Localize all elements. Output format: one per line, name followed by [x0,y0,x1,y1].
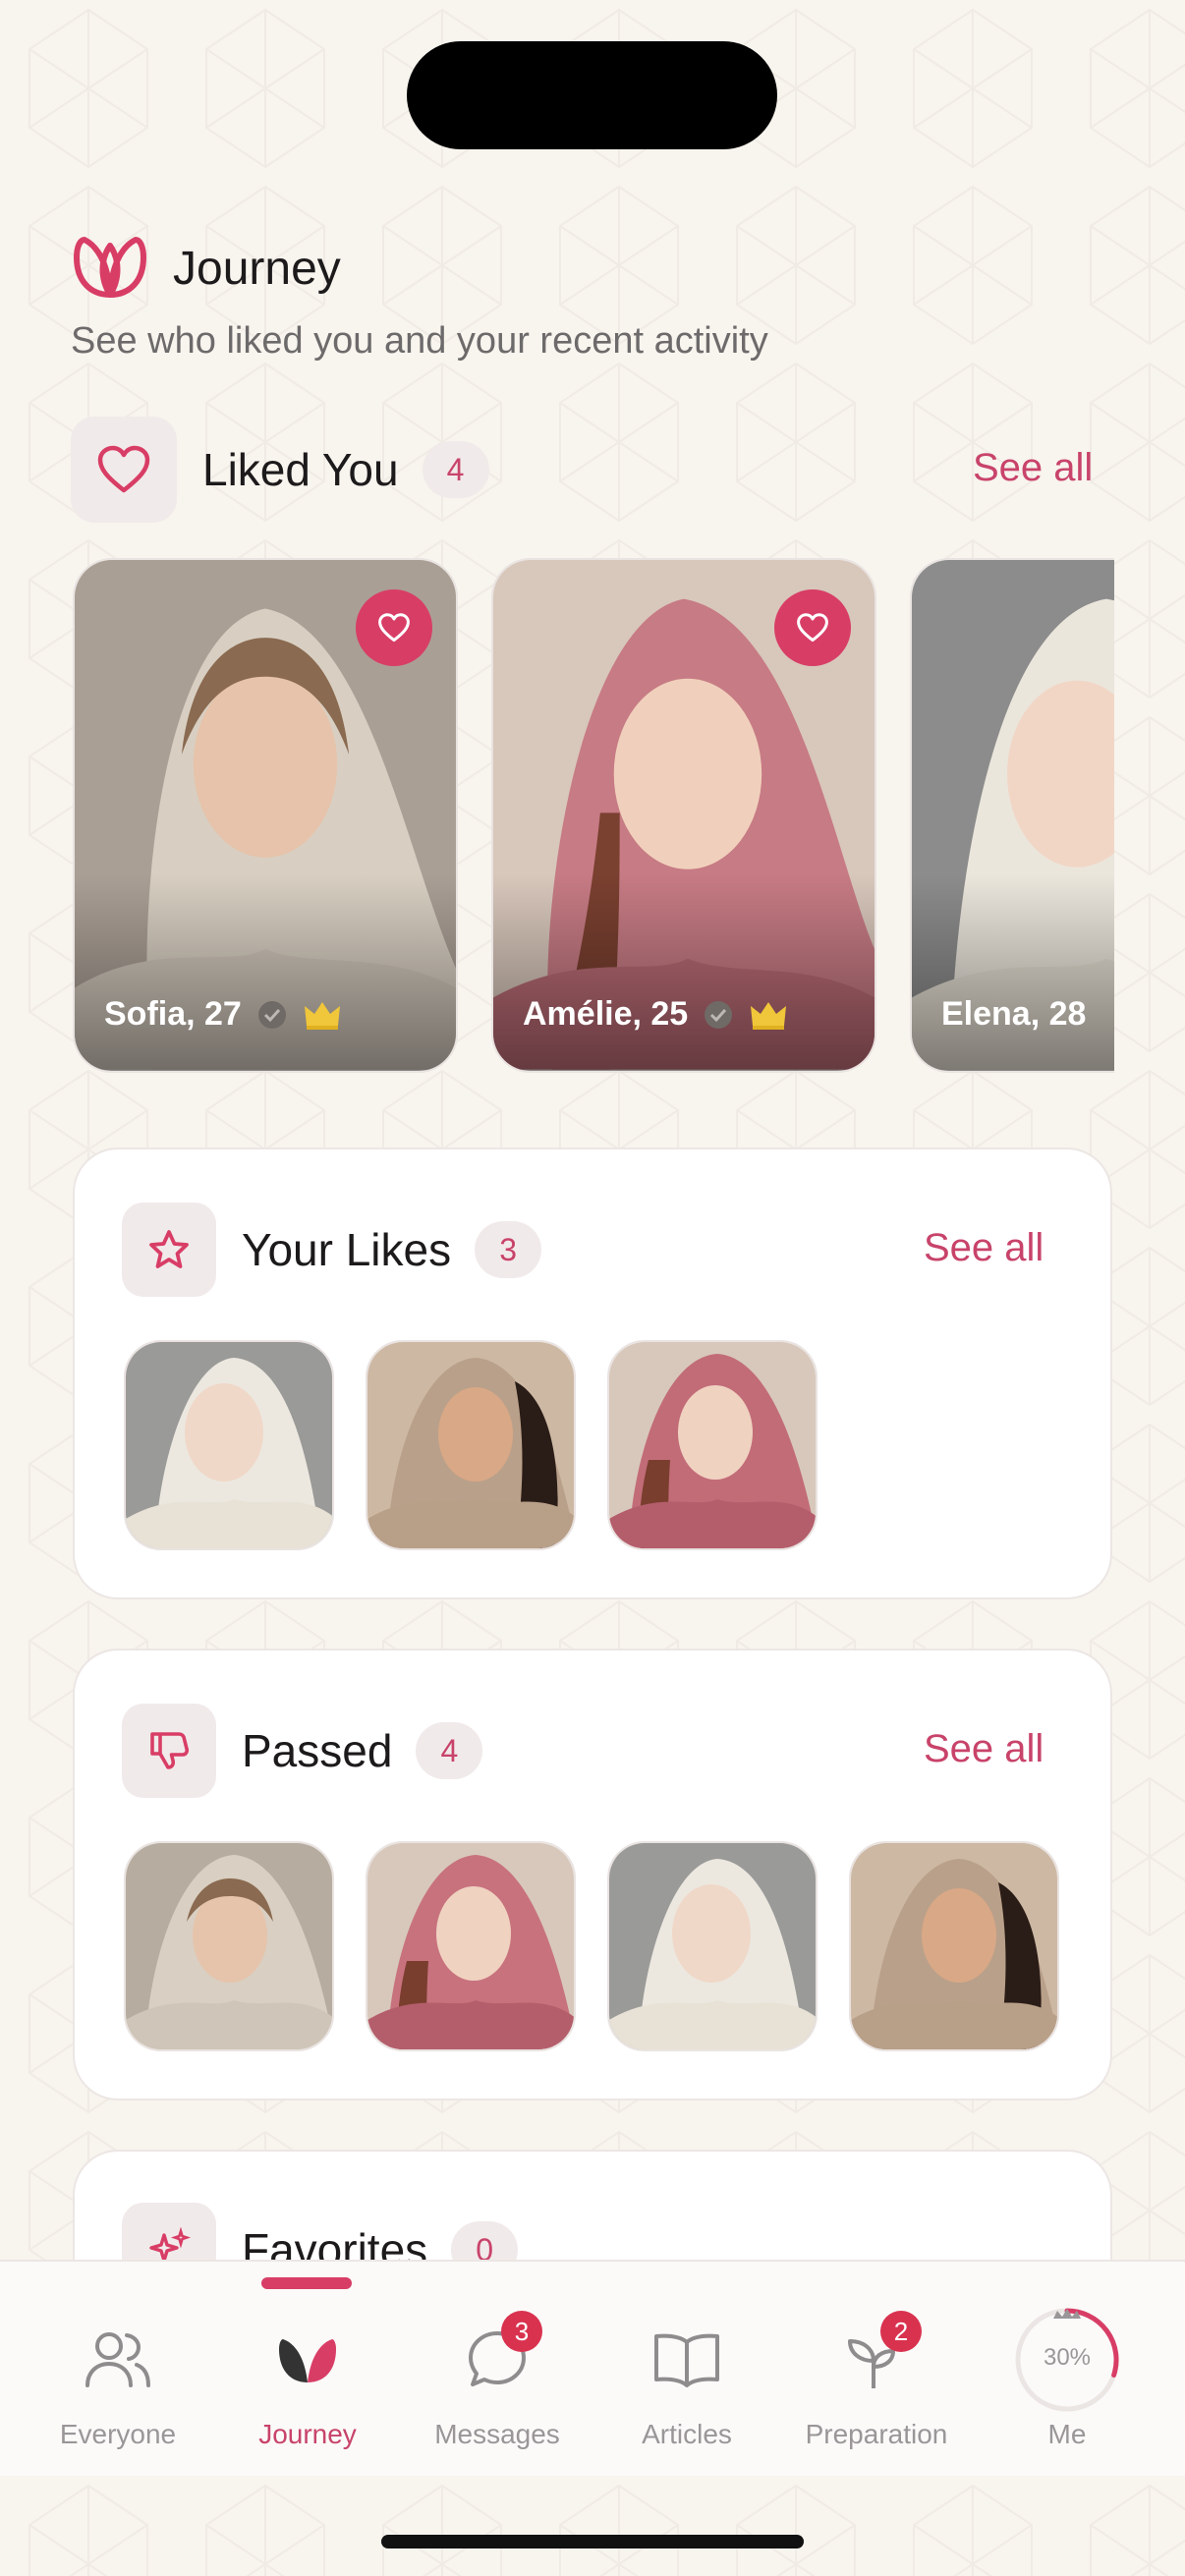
profile-photo [367,1843,574,2049]
lotus-icon [268,2321,347,2399]
lotus-logo-icon [74,237,146,298]
passed-title: Passed [242,1725,393,1776]
thumbs-down-icon [122,1704,216,1798]
passed-thumb[interactable] [849,1841,1059,2051]
passed-panel: Passed 4 See all [73,1649,1112,2100]
star-icon [122,1203,216,1297]
your-likes-see-all-link[interactable]: See all [924,1226,1044,1270]
heart-icon [71,417,177,523]
tab-label: Journey [258,2419,357,2449]
passed-thumb[interactable] [607,1841,818,2051]
tab-label: Articles [642,2419,732,2449]
tab-preparation[interactable]: 2 Preparation [783,2311,970,2450]
sprout-icon: 2 [837,2311,922,2399]
verified-badge-icon [705,1000,733,1029]
tab-me[interactable]: Me [974,2321,1160,2450]
crown-icon [304,1001,340,1030]
passed-thumb[interactable] [124,1841,334,2051]
liked-heart-icon[interactable] [774,589,851,666]
profile-card-elena[interactable]: Elena, 28 [910,558,1114,1073]
me-icon-spacer [1028,2321,1106,2399]
liked-you-see-all-link[interactable]: See all [973,446,1093,490]
messages-notification-badge: 3 [501,2311,542,2352]
page-subtitle: See who liked you and your recent activi… [71,320,768,362]
profile-card-caption: Elena, 28 [941,995,1086,1034]
profile-name-age: Elena, 28 [941,995,1087,1033]
chat-icon: 3 [458,2311,542,2399]
tab-label: Preparation [805,2419,948,2449]
liked-you-carousel[interactable]: Sofia, 27 Amélie, 25 Elena, 28 [73,558,1114,1075]
profile-photo [851,1843,1057,2049]
preparation-notification-badge: 2 [880,2311,922,2352]
profile-card-caption: Amélie, 25 [523,995,788,1034]
home-indicator [381,2535,804,2548]
users-icon [79,2321,157,2399]
liked-you-title: Liked You [202,444,399,495]
profile-name-age: Amélie, 25 [523,995,689,1033]
crown-icon [751,1001,787,1030]
photo-gradient [75,874,456,1071]
passed-header: Passed 4 [122,1704,483,1798]
your-likes-thumb[interactable] [607,1340,818,1550]
liked-you-count-badge: 4 [422,441,489,498]
verified-badge-icon [257,1000,286,1029]
tab-everyone[interactable]: Everyone [25,2321,211,2450]
your-likes-count-badge: 3 [475,1221,542,1278]
profile-photo [367,1342,574,1548]
tab-label: Messages [434,2419,560,2449]
tab-label: Me [1047,2419,1087,2449]
page-header: Journey See who liked you and your recen… [71,236,768,363]
your-likes-title: Your Likes [242,1224,452,1275]
profile-photo [126,1843,332,2049]
book-icon [648,2321,726,2399]
bottom-tab-bar: Everyone Journey 3 Messages Articles 2 P… [0,2260,1185,2476]
profile-photo [609,1342,816,1548]
liked-you-header: Liked You 4 [71,417,489,523]
passed-thumb[interactable] [366,1841,576,2051]
profile-name-age: Sofia, 27 [104,995,242,1033]
your-likes-thumb[interactable] [366,1340,576,1550]
dynamic-island [407,41,777,149]
page-title: Journey [173,242,341,295]
liked-heart-icon[interactable] [356,589,432,666]
tab-articles[interactable]: Articles [593,2321,780,2450]
profile-photo [609,1843,816,2049]
photo-gradient [493,874,875,1071]
your-likes-thumb[interactable] [124,1340,334,1550]
profile-card-amelie[interactable]: Amélie, 25 [491,558,876,1073]
profile-card-sofia[interactable]: Sofia, 27 [73,558,458,1073]
your-likes-header: Your Likes 3 [122,1203,542,1297]
passed-see-all-link[interactable]: See all [924,1727,1044,1771]
tab-messages[interactable]: 3 Messages [404,2311,591,2450]
passed-count-badge: 4 [416,1722,483,1779]
tab-journey[interactable]: Journey [214,2321,401,2450]
your-likes-panel: Your Likes 3 See all [73,1148,1112,1599]
profile-photo [126,1342,332,1548]
active-tab-indicator [261,2277,352,2289]
profile-card-caption: Sofia, 27 [104,995,342,1034]
photo-gradient [912,874,1114,1071]
tab-label: Everyone [59,2419,177,2449]
